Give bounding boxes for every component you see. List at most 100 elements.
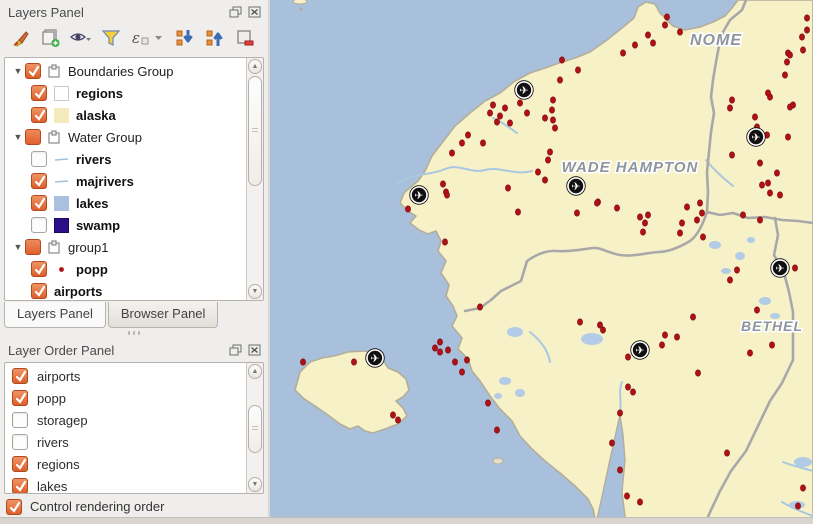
tab-browser-panel[interactable]: Browser Panel xyxy=(108,302,219,328)
lake xyxy=(515,389,525,397)
order-item-storagep[interactable]: storagep xyxy=(5,409,263,431)
order-checkbox[interactable] xyxy=(12,412,28,428)
layer-checkbox[interactable] xyxy=(31,195,47,211)
tree-layer-regions[interactable]: regions xyxy=(5,82,245,104)
tab-layers-panel[interactable]: Layers Panel xyxy=(4,302,106,328)
control-rendering-order[interactable]: Control rendering order xyxy=(6,496,164,517)
layer-symbol-swatch xyxy=(54,218,69,233)
expander-icon[interactable]: ▼ xyxy=(11,132,25,142)
region-label-nome: NOME xyxy=(690,32,742,49)
airport-icon: ✈ xyxy=(366,349,384,367)
svg-text:✈: ✈ xyxy=(635,345,644,357)
splitter-handle[interactable] xyxy=(0,331,268,337)
map-canvas[interactable]: ✈✈✈✈✈✈✈ NOMEWADE HAMPTONBETHEL xyxy=(268,0,813,517)
tree-layer-popp[interactable]: popp xyxy=(5,258,245,280)
popp-point xyxy=(542,177,547,183)
expand-all-icon[interactable] xyxy=(172,25,198,51)
tree-layer-lakes[interactable]: lakes xyxy=(5,192,245,214)
popp-point xyxy=(515,209,520,215)
close-icon[interactable] xyxy=(248,344,262,357)
popp-point xyxy=(637,499,642,505)
popp-point xyxy=(765,90,770,96)
popp-point xyxy=(395,417,400,423)
order-checkbox[interactable] xyxy=(12,368,28,384)
scroll-up-icon[interactable]: ▲ xyxy=(248,59,262,74)
popp-point xyxy=(642,220,647,226)
close-icon[interactable] xyxy=(248,6,262,19)
order-checkbox[interactable] xyxy=(12,434,28,450)
layer-checkbox[interactable] xyxy=(31,107,47,123)
order-label: airports xyxy=(37,369,80,384)
tree-layer-majrivers[interactable]: majrivers xyxy=(5,170,245,192)
popp-point xyxy=(800,485,805,491)
popp-point xyxy=(464,357,469,363)
tree-layer-airports[interactable]: airports xyxy=(5,280,245,301)
layers-panel-toolbar: ε xyxy=(0,22,268,54)
popp-point xyxy=(784,59,789,65)
popp-point xyxy=(727,277,732,283)
order-checkbox[interactable] xyxy=(12,390,28,406)
scroll-up-icon[interactable]: ▲ xyxy=(248,364,262,379)
order-checkbox[interactable] xyxy=(12,478,28,494)
group-checkbox[interactable] xyxy=(25,239,41,255)
dock-tabs: Layers PanelBrowser Panel xyxy=(4,302,220,328)
layer-order-scrollbar[interactable]: ▲ ▼ xyxy=(246,363,263,493)
popp-point xyxy=(740,212,745,218)
tree-layer-rivers[interactable]: rivers xyxy=(5,148,245,170)
tree-group-water-group[interactable]: ▼Water Group xyxy=(5,126,245,148)
order-item-airports[interactable]: airports xyxy=(5,365,263,387)
order-item-lakes[interactable]: lakes xyxy=(5,475,263,494)
control-rendering-order-checkbox[interactable] xyxy=(6,499,22,515)
expander-icon[interactable]: ▼ xyxy=(11,66,25,76)
popp-point xyxy=(640,229,645,235)
expression-dropdown-icon[interactable]: ε xyxy=(128,25,168,51)
scroll-down-icon[interactable]: ▼ xyxy=(248,284,262,299)
popp-point xyxy=(617,467,622,473)
float-icon[interactable] xyxy=(229,344,243,357)
popp-point xyxy=(552,125,557,131)
svg-text:✈: ✈ xyxy=(775,263,784,275)
layer-checkbox[interactable] xyxy=(31,283,47,299)
group-checkbox[interactable] xyxy=(25,63,41,79)
popp-point xyxy=(662,22,667,28)
remove-layer-icon[interactable] xyxy=(232,25,258,51)
popp-point xyxy=(695,370,700,376)
svg-text:✈: ✈ xyxy=(751,132,760,144)
funnel-icon[interactable] xyxy=(98,25,124,51)
order-item-regions[interactable]: regions xyxy=(5,453,263,475)
lake xyxy=(494,393,502,399)
order-checkbox[interactable] xyxy=(12,456,28,472)
popp-point xyxy=(549,107,554,113)
scroll-down-icon[interactable]: ▼ xyxy=(248,477,262,492)
tree-layer-swamp[interactable]: swamp xyxy=(5,214,245,236)
qgis-window: Layers Panel ε xyxy=(0,0,813,524)
layer-checkbox[interactable] xyxy=(31,173,47,189)
popp-point xyxy=(507,120,512,126)
layer-symbol-swatch xyxy=(54,108,69,123)
expander-icon[interactable]: ▼ xyxy=(11,242,25,252)
layer-checkbox[interactable] xyxy=(31,151,47,167)
layer-checkbox[interactable] xyxy=(31,85,47,101)
add-group-icon[interactable] xyxy=(38,25,64,51)
popp-point xyxy=(699,210,704,216)
layers-panel-titlebar: Layers Panel xyxy=(0,0,268,22)
order-item-popp[interactable]: popp xyxy=(5,387,263,409)
popp-point xyxy=(524,110,529,116)
layer-checkbox[interactable] xyxy=(31,217,47,233)
order-item-rivers[interactable]: rivers xyxy=(5,431,263,453)
eye-dropdown-icon[interactable] xyxy=(68,25,94,51)
group-checkbox[interactable] xyxy=(25,129,41,145)
collapse-all-icon[interactable] xyxy=(202,25,228,51)
airport-icon: ✈ xyxy=(631,341,649,359)
tree-group-boundaries-group[interactable]: ▼Boundaries Group xyxy=(5,60,245,82)
layer-checkbox[interactable] xyxy=(31,261,47,277)
group-icon xyxy=(47,64,62,79)
layers-tree-scrollbar[interactable]: ▲ ▼ xyxy=(246,58,263,300)
tree-layer-alaska[interactable]: alaska xyxy=(5,104,245,126)
float-icon[interactable] xyxy=(229,6,243,19)
tree-group-group1[interactable]: ▼ group1 xyxy=(5,236,245,258)
popp-point xyxy=(785,134,790,140)
group-label: group1 xyxy=(68,240,108,255)
paintbrush-icon[interactable] xyxy=(8,25,34,51)
popp-point xyxy=(690,314,695,320)
